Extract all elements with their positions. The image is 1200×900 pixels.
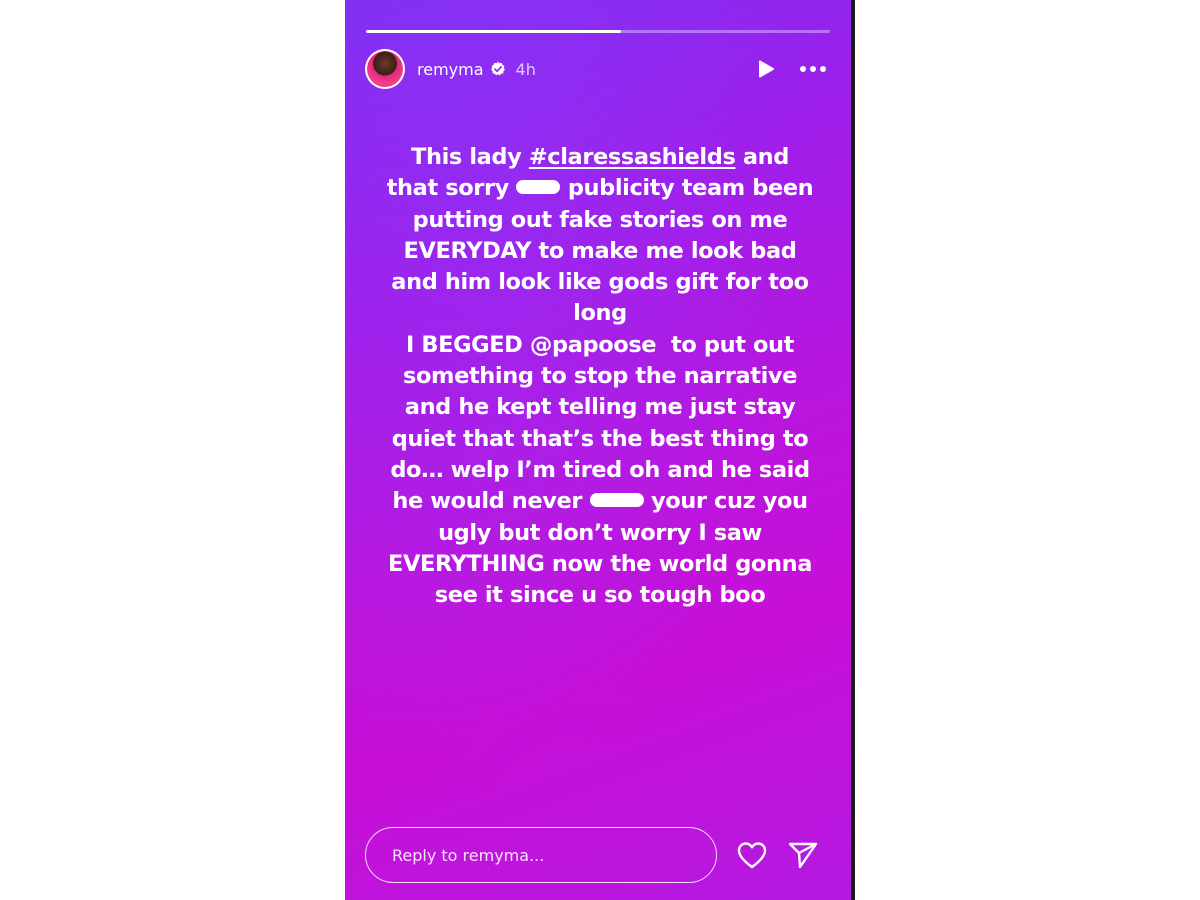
avatar[interactable] [365,49,405,89]
caption-line: I BEGGED @papoose to put out [365,330,835,361]
caption-text: I BEGGED [405,331,530,358]
caption-text: This lady [411,144,529,170]
send-icon [788,842,818,869]
caption-line: he would never your cuz you [365,486,835,517]
caption-line: putting out fake stories on me [412,206,788,233]
caption-text: that sorry [386,175,517,202]
redaction-mark [589,492,644,507]
caption-line: quiet that that’s the best thing to [391,425,809,452]
caption-line: something to stop the narrative [402,363,798,390]
caption-line: This lady #claressashields and [365,142,835,173]
story-timestamp: 4h [515,59,536,79]
caption-line: long [573,300,627,327]
caption-text: he would never [392,488,590,515]
play-button[interactable] [755,58,777,80]
profile-photo [367,51,403,87]
caption-line: and him look like gods gift for too [391,269,809,296]
caption-line: see it since u so tough boo [434,582,766,609]
caption-line: EVERYTHING now the world gonna [388,550,812,577]
username[interactable]: remyma [417,60,484,79]
more-options-icon [800,66,826,72]
story-footer [365,826,835,884]
redaction-mark [516,179,561,194]
reply-input[interactable] [365,827,717,883]
verified-badge-icon [490,61,506,77]
mention-link[interactable]: @papoose [530,332,657,358]
caption-text: to put out [656,331,795,358]
viewer-edge [851,0,855,900]
caption-line: ugly but don’t worry I saw [438,519,762,546]
caption-line: that sorry publicity team been [365,173,835,204]
hashtag-link[interactable]: #claressashields [529,144,736,170]
heart-icon [737,842,767,869]
caption-line: EVERYDAY to make me look bad [403,237,797,264]
like-button[interactable] [735,838,769,872]
story-caption: This lady #claressashields and that sorr… [365,142,835,611]
caption-text: your cuz you [643,488,808,515]
share-button[interactable] [786,838,820,872]
caption-line: and he kept telling me just stay [404,394,796,421]
more-options-button[interactable] [799,58,827,80]
story-viewer: remyma 4h This lady #claressashields and… [345,0,855,900]
caption-text: publicity team been [560,175,814,202]
story-header: remyma 4h [365,48,827,90]
story-progress-fill [366,30,622,33]
story-progress-bar [366,30,830,33]
caption-line: do… welp I’m tired oh and he said [390,456,810,483]
caption-text: and [735,144,790,170]
play-icon [759,60,774,78]
